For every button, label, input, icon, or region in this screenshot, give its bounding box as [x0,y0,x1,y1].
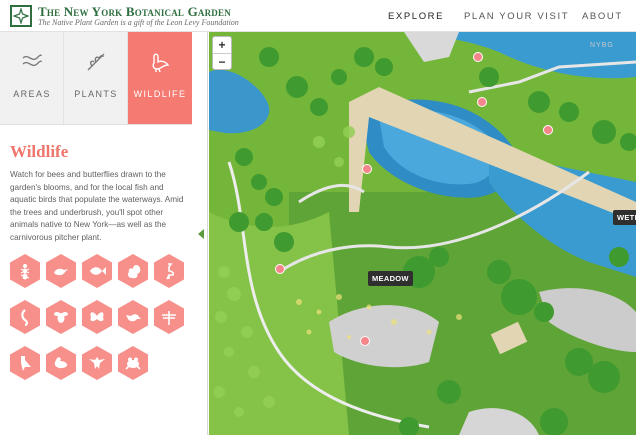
duck-icon[interactable] [46,346,76,380]
tab-wildlife[interactable]: WILDLIFE [128,32,192,125]
collapse-sidebar-icon[interactable] [197,229,205,239]
butterfly-icon[interactable] [82,300,112,334]
map-illustration [209,32,636,435]
tab-areas-label: AREAS [13,89,51,99]
wildlife-icon-grid [10,254,190,424]
songbird-icon[interactable] [118,300,148,334]
wildlife-icon [152,53,170,73]
tab-plants-label: PLANTS [74,89,118,99]
nav-explore[interactable]: EXPLORE [388,0,444,32]
section-description: Watch for bees and butterflies drawn to … [10,170,184,242]
zoom-in-button[interactable]: + [213,37,231,53]
sidebar: AREAS PLANTS WILDLIFE Wildlife Watch for… [0,32,208,435]
areas-icon [22,54,42,67]
nav-plan-your-visit[interactable]: PLAN YOUR VISIT [464,0,569,32]
garden-map[interactable]: + − NYBG MEADOW WETL [209,32,636,435]
map-label-meadow[interactable]: MEADOW [368,271,413,286]
tab-areas[interactable]: AREAS [0,32,64,125]
squirrel-icon[interactable] [118,254,148,288]
frog-icon[interactable] [118,346,148,380]
tab-wildlife-label: WILDLIFE [133,89,187,99]
section-title: Wildlife [10,142,69,161]
heron-icon[interactable] [154,254,184,288]
hawk-icon[interactable] [82,346,112,380]
caterpillar-icon[interactable] [10,300,40,334]
zoom-out-button[interactable]: − [213,54,231,70]
sidebar-tabs: AREAS PLANTS WILDLIFE [0,32,192,125]
header: The New York Botanical Garden The Native… [0,0,636,32]
nav-about[interactable]: ABOUT [582,0,623,32]
map-label-wetland[interactable]: WETL [613,210,636,225]
map-corner-mark: NYBG [590,42,614,49]
tab-plants[interactable]: PLANTS [64,32,128,125]
zoom-control: + − [212,36,232,70]
ant-icon[interactable] [10,254,40,288]
fish-icon[interactable] [82,254,112,288]
dragonfly-icon[interactable] [154,300,184,334]
nybg-logo-icon[interactable] [10,5,32,27]
site-subtitle: The Native Plant Garden is a gift of the… [38,18,239,27]
woodpecker-icon[interactable] [10,346,40,380]
plants-icon [87,53,105,71]
bird-icon[interactable] [46,254,76,288]
bee-icon[interactable] [46,300,76,334]
